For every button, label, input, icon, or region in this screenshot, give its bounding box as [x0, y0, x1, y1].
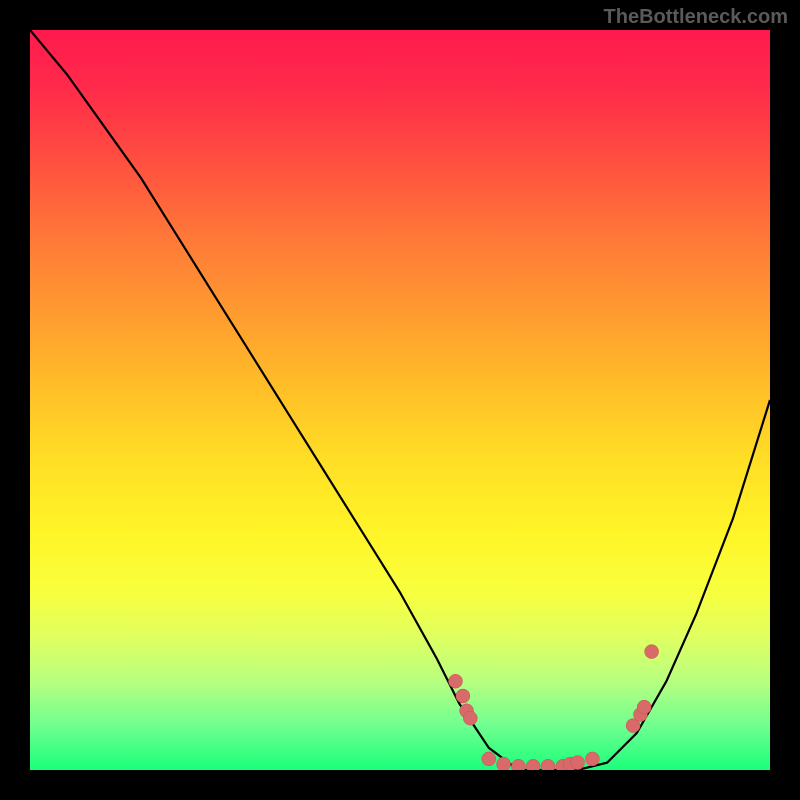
scatter-points [449, 645, 659, 770]
chart-svg [30, 30, 770, 770]
data-point [571, 756, 585, 770]
data-point [497, 757, 511, 770]
data-point [482, 752, 496, 766]
data-point [449, 674, 463, 688]
data-point [463, 711, 477, 725]
data-point [541, 759, 555, 770]
chart-plot-area [30, 30, 770, 770]
data-point [456, 689, 470, 703]
data-point [585, 752, 599, 766]
watermark-text: TheBottleneck.com [604, 6, 788, 29]
data-point [526, 759, 540, 770]
data-point [645, 645, 659, 659]
data-point [637, 700, 651, 714]
data-point [511, 759, 525, 770]
bottleneck-curve [30, 30, 770, 770]
